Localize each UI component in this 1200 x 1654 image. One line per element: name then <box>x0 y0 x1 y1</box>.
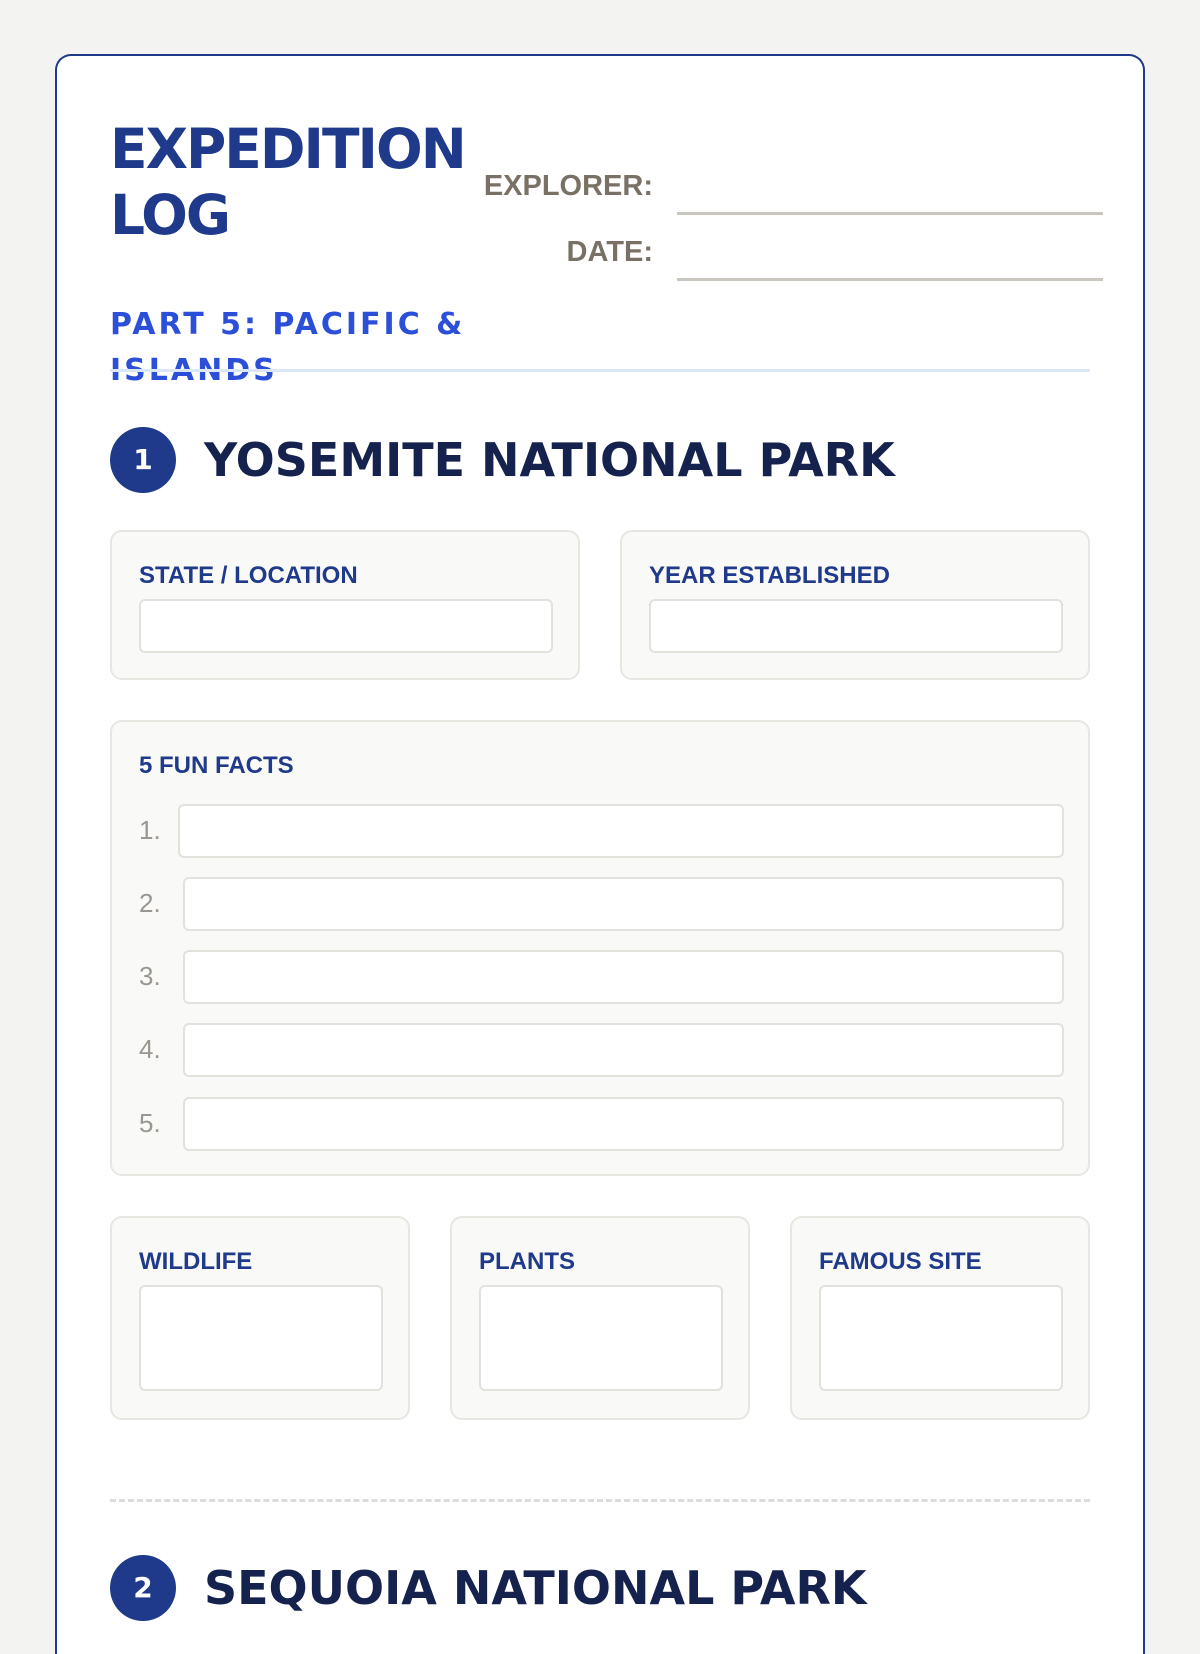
date-field[interactable] <box>677 242 1103 281</box>
fun-facts-label: 5 FUN FACTS <box>139 752 294 779</box>
park-name: YOSEMITE NATIONAL PARK <box>204 433 895 487</box>
fact-number: 3. <box>139 961 161 991</box>
fact-number: 2. <box>139 888 161 918</box>
section-divider <box>110 1499 1090 1502</box>
park-name: SEQUOIA NATIONAL PARK <box>204 1561 867 1615</box>
wildlife-card: WILDLIFE <box>110 1216 410 1420</box>
fact-number: 1. <box>139 815 161 845</box>
year-established-card: YEAR ESTABLISHED <box>620 530 1090 680</box>
fact-input-5[interactable] <box>183 1097 1064 1151</box>
fact-input-1[interactable] <box>178 804 1064 858</box>
wildlife-input[interactable] <box>139 1285 383 1391</box>
famous-site-input[interactable] <box>819 1285 1063 1391</box>
year-established-input[interactable] <box>649 599 1063 653</box>
worksheet-page: EXPEDITION LOG PART 5: PACIFIC & ISLANDS… <box>55 54 1145 1654</box>
fun-facts-card: 5 FUN FACTS 1. 2. 3. 4. 5. <box>110 720 1090 1176</box>
state-location-label: STATE / LOCATION <box>139 562 358 589</box>
plants-label: PLANTS <box>479 1248 575 1275</box>
fact-number: 5. <box>139 1108 161 1138</box>
park-heading: 1 YOSEMITE NATIONAL PARK <box>110 427 1090 493</box>
header: EXPEDITION LOG PART 5: PACIFIC & ISLANDS… <box>57 56 1143 396</box>
header-divider <box>110 369 1090 372</box>
park-number-badge: 1 <box>110 427 176 493</box>
fact-input-4[interactable] <box>183 1023 1064 1077</box>
explorer-field[interactable] <box>677 176 1103 215</box>
page-subtitle: PART 5: PACIFIC & ISLANDS <box>110 307 466 388</box>
plants-card: PLANTS <box>450 1216 750 1420</box>
park-heading: 2 SEQUOIA NATIONAL PARK <box>110 1555 1090 1621</box>
fact-input-3[interactable] <box>183 950 1064 1004</box>
date-label: DATE: <box>566 236 653 268</box>
state-location-input[interactable] <box>139 599 553 653</box>
park-number-badge: 2 <box>110 1555 176 1621</box>
famous-site-card: FAMOUS SITE <box>790 1216 1090 1420</box>
wildlife-label: WILDLIFE <box>139 1248 253 1275</box>
famous-site-label: FAMOUS SITE <box>819 1248 982 1275</box>
explorer-label: EXPLORER: <box>483 170 653 202</box>
fact-number: 4. <box>139 1034 161 1064</box>
year-established-label: YEAR ESTABLISHED <box>649 562 890 589</box>
state-location-card: STATE / LOCATION <box>110 530 580 680</box>
plants-input[interactable] <box>479 1285 723 1391</box>
fact-input-2[interactable] <box>183 877 1064 931</box>
